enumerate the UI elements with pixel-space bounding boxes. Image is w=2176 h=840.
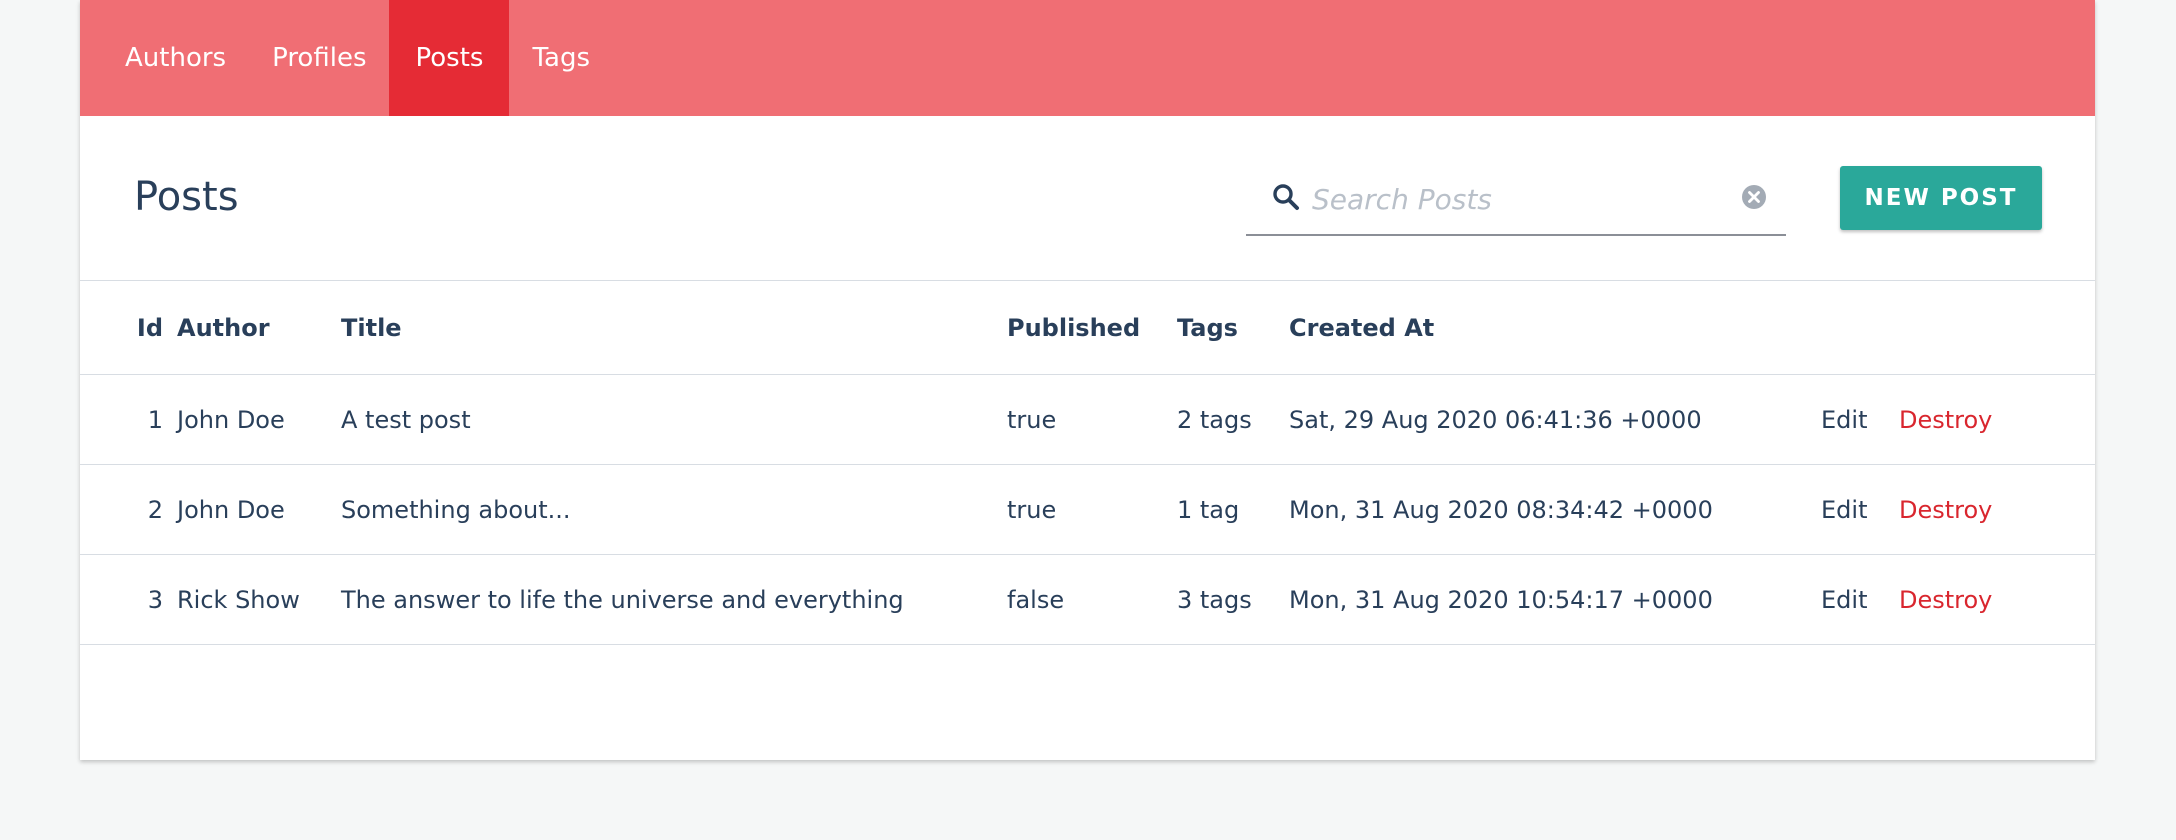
top-navbar: Authors Profiles Posts Tags xyxy=(80,0,2095,116)
edit-link[interactable]: Edit xyxy=(1821,406,1867,434)
destroy-link[interactable]: Destroy xyxy=(1899,406,1992,434)
table-header: Id Author Title Published Tags Created A… xyxy=(80,280,2095,375)
cell-author: John Doe xyxy=(177,405,285,434)
cell-created-at: Mon, 31 Aug 2020 08:34:42 +0000 xyxy=(1289,495,1713,524)
cell-edit: Edit xyxy=(1821,375,1899,465)
nav-item-posts[interactable]: Posts xyxy=(389,0,510,116)
nav-item-label: Tags xyxy=(532,43,590,73)
clear-icon[interactable] xyxy=(1740,183,1768,211)
column-header-destroy xyxy=(1899,281,2095,375)
edit-link[interactable]: Edit xyxy=(1821,586,1867,614)
cell-tags: 1 tag xyxy=(1177,495,1240,524)
cell-edit: Edit xyxy=(1821,465,1899,555)
column-header-title[interactable]: Title xyxy=(341,281,1007,375)
cell-destroy: Destroy xyxy=(1899,375,2095,465)
cell-tags: 2 tags xyxy=(1177,405,1252,434)
nav-item-authors[interactable]: Authors xyxy=(102,0,249,116)
edit-link[interactable]: Edit xyxy=(1821,496,1867,524)
column-header-author[interactable]: Author xyxy=(177,281,341,375)
cell-published: false xyxy=(1007,585,1065,614)
nav-item-profiles[interactable]: Profiles xyxy=(249,0,389,116)
table-header-row: Id Author Title Published Tags Created A… xyxy=(80,280,2095,375)
column-header-created-at[interactable]: Created At xyxy=(1289,281,1821,375)
search-input[interactable] xyxy=(1312,176,1732,222)
column-header-tags[interactable]: Tags xyxy=(1177,281,1289,375)
cell-destroy: Destroy xyxy=(1899,555,2095,645)
nav-item-tags[interactable]: Tags xyxy=(509,0,613,116)
nav-item-label: Posts xyxy=(415,43,484,73)
cell-tags: 3 tags xyxy=(1177,585,1252,614)
table-row[interactable]: 3 Rick Show The answer to life the unive… xyxy=(80,555,2095,645)
cell-id: 1 xyxy=(147,405,163,434)
table-body: 1 John Doe A test post true 2 tags Sat, … xyxy=(80,375,2095,645)
cell-title: A test post xyxy=(341,405,471,434)
column-header-edit xyxy=(1821,281,1899,375)
cell-published: true xyxy=(1007,495,1057,524)
destroy-link[interactable]: Destroy xyxy=(1899,586,1992,614)
cell-title: Something about... xyxy=(341,495,571,524)
cell-destroy: Destroy xyxy=(1899,465,2095,555)
column-header-id[interactable]: Id xyxy=(80,281,177,375)
nav-item-label: Authors xyxy=(125,43,227,73)
destroy-link[interactable]: Destroy xyxy=(1899,496,1992,524)
cell-author: John Doe xyxy=(177,495,285,524)
cell-author: Rick Show xyxy=(177,585,300,614)
cell-created-at: Mon, 31 Aug 2020 10:54:17 +0000 xyxy=(1289,585,1713,614)
new-post-button[interactable]: NEW POST xyxy=(1840,166,2042,230)
page-title: Posts xyxy=(134,174,239,220)
column-header-published[interactable]: Published xyxy=(1007,281,1177,375)
main-card: Authors Profiles Posts Tags Posts NEW PO… xyxy=(80,0,2095,760)
cell-created-at: Sat, 29 Aug 2020 06:41:36 +0000 xyxy=(1289,405,1702,434)
table-row[interactable]: 2 John Doe Something about... true 1 tag… xyxy=(80,465,2095,555)
search-icon xyxy=(1273,184,1299,210)
cell-id: 3 xyxy=(147,585,163,614)
table-row[interactable]: 1 John Doe A test post true 2 tags Sat, … xyxy=(80,375,2095,465)
cell-id: 2 xyxy=(147,495,163,524)
search-box xyxy=(1246,166,1786,236)
posts-table: Id Author Title Published Tags Created A… xyxy=(80,280,2095,645)
cell-published: true xyxy=(1007,405,1057,434)
cell-title: The answer to life the universe and ever… xyxy=(341,585,904,614)
nav-item-label: Profiles xyxy=(272,43,367,73)
cell-edit: Edit xyxy=(1821,555,1899,645)
